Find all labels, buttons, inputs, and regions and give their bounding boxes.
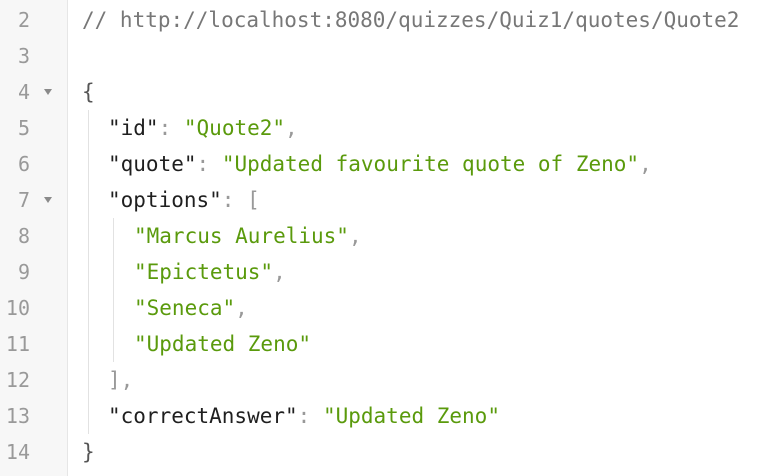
gutter-line: 7 <box>0 182 67 218</box>
quote-value: "Updated favourite quote of Zeno" <box>221 152 640 176</box>
comma: , <box>348 224 362 248</box>
line-number: 9 <box>17 260 30 284</box>
gutter-line: 13 <box>0 398 67 434</box>
caret-down-icon[interactable] <box>44 89 52 95</box>
gutter-line: 2 <box>0 2 67 38</box>
code-line-option: "Updated Zeno" <box>134 326 311 362</box>
code-line-close-brace: } <box>82 434 95 470</box>
line-number: 4 <box>17 80 30 104</box>
code-line-option: "Seneca", <box>134 290 248 326</box>
colon: : <box>297 404 311 428</box>
comma: , <box>273 260 286 284</box>
option-value: "Updated Zeno" <box>134 332 312 356</box>
option-value: "Epictetus" <box>134 260 274 284</box>
line-number: 3 <box>17 44 30 68</box>
gutter-line: 6 <box>0 146 67 182</box>
indent-guide <box>88 110 89 434</box>
code-line-id: "id": "Quote2", <box>108 110 298 146</box>
line-number: 7 <box>17 188 30 212</box>
open-brace: { <box>82 80 95 104</box>
line-number-gutter: 2 3 4 5 6 7 8 9 10 11 12 13 14 <box>0 0 68 476</box>
gutter-line: 4 <box>0 74 67 110</box>
gutter-line: 8 <box>0 218 67 254</box>
gutter-line: 5 <box>0 110 67 146</box>
id-value: "Quote2" <box>183 116 286 140</box>
code-line-option: "Epictetus", <box>134 254 286 290</box>
colon: : <box>158 116 172 140</box>
gutter-line: 10 <box>0 290 67 326</box>
code-line-option: "Marcus Aurelius", <box>134 218 362 254</box>
code-line-options: "options": [ <box>108 182 260 218</box>
code-line-quote: "quote": "Updated favourite quote of Zen… <box>108 146 652 182</box>
code-viewer: 2 3 4 5 6 7 8 9 10 11 12 13 14 // http:/… <box>0 0 779 476</box>
code-line-close-bracket: ], <box>108 362 133 398</box>
options-key: "options" <box>108 188 222 212</box>
option-value: "Marcus Aurelius" <box>134 224 349 248</box>
line-number: 8 <box>17 224 30 248</box>
line-number: 11 <box>5 332 30 356</box>
close-brace: } <box>82 440 95 464</box>
open-bracket: [ <box>247 188 260 212</box>
code-line-correct-answer: "correctAnswer": "Updated Zeno" <box>108 398 500 434</box>
caret-down-icon[interactable] <box>44 197 52 203</box>
line-number: 2 <box>17 8 30 32</box>
line-number: 5 <box>17 116 30 140</box>
correct-answer-key: "correctAnswer" <box>108 404 298 428</box>
line-number: 6 <box>17 152 30 176</box>
correct-answer-value: "Updated Zeno" <box>322 404 500 428</box>
line-number: 13 <box>5 404 30 428</box>
close-bracket: ], <box>108 368 134 392</box>
indent-guide <box>113 218 114 362</box>
gutter-line: 11 <box>0 326 67 362</box>
comma: , <box>285 116 298 140</box>
comma: , <box>235 296 248 320</box>
id-key: "id" <box>108 116 159 140</box>
comma: , <box>639 152 652 176</box>
gutter-line: 12 <box>0 362 67 398</box>
line-number: 14 <box>5 440 30 464</box>
gutter-line: 14 <box>0 434 67 470</box>
colon: : <box>221 188 235 212</box>
url-comment: // http://localhost:8080/quizzes/Quiz1/q… <box>82 8 740 32</box>
gutter-line: 3 <box>0 38 67 74</box>
gutter-line: 9 <box>0 254 67 290</box>
option-value: "Seneca" <box>134 296 236 320</box>
colon: : <box>196 152 210 176</box>
code-line-open-brace: { <box>82 74 95 110</box>
line-number: 12 <box>5 368 30 392</box>
code-line-comment: // http://localhost:8080/quizzes/Quiz1/q… <box>82 2 739 38</box>
quote-key: "quote" <box>108 152 197 176</box>
code-area[interactable]: // http://localhost:8080/quizzes/Quiz1/q… <box>68 0 779 476</box>
line-number: 10 <box>5 296 30 320</box>
